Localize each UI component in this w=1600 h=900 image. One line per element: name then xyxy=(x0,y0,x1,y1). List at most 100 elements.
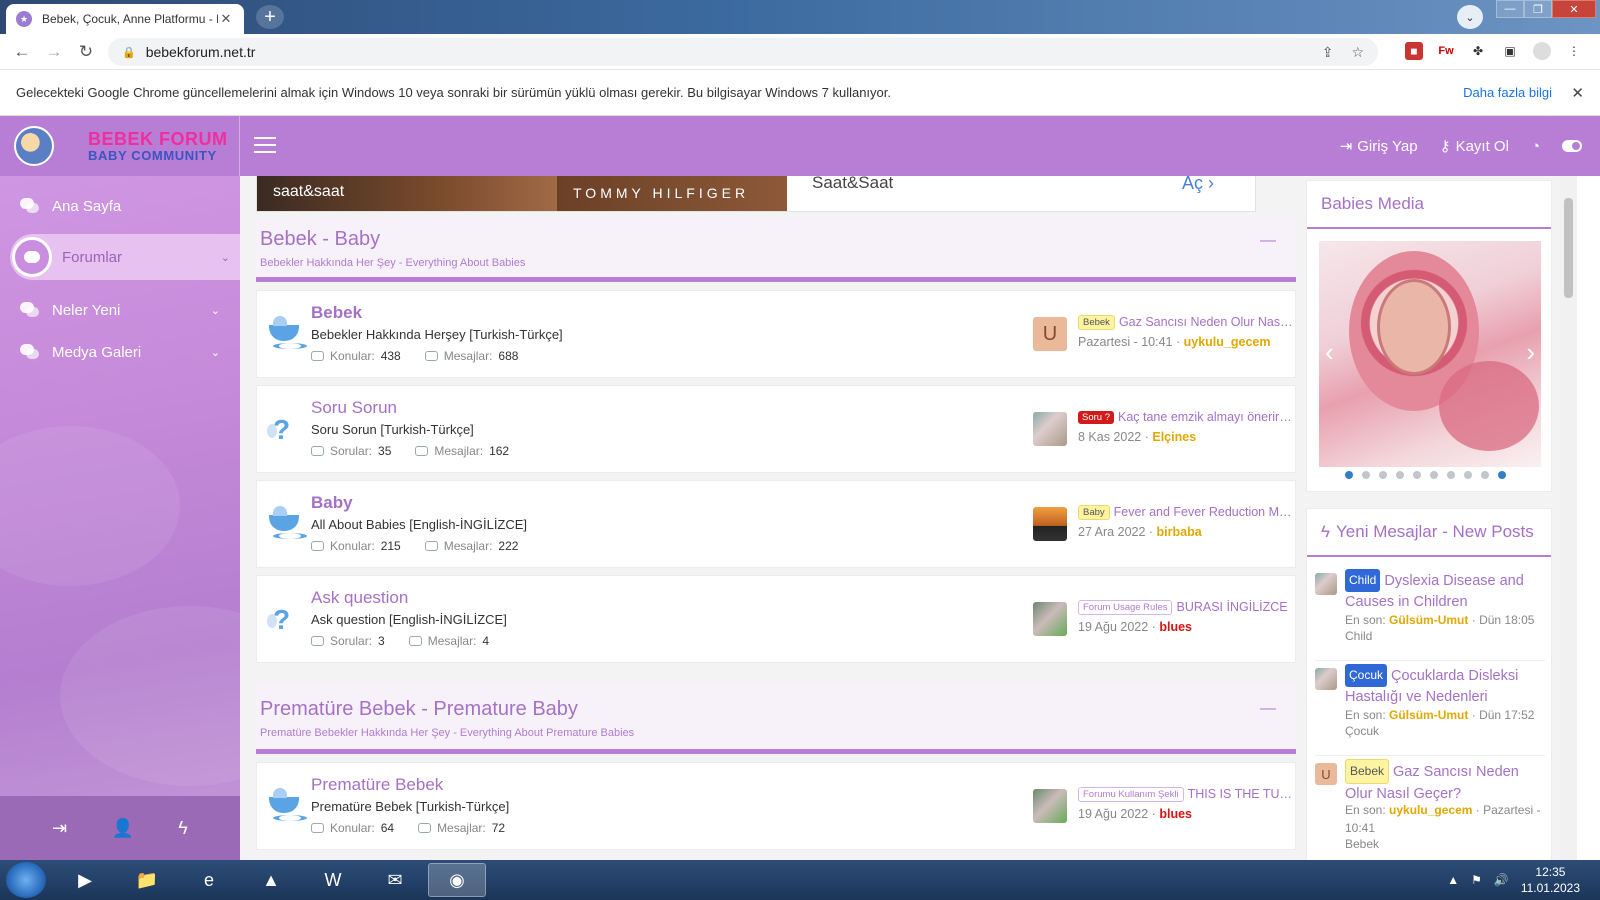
widget-title[interactable]: Babies Media xyxy=(1307,181,1551,229)
lock-icon[interactable]: 🔒 xyxy=(122,46,136,59)
last-post-user[interactable]: birbaba xyxy=(1157,525,1202,539)
forward-icon[interactable]: → xyxy=(38,42,70,62)
extension-red-icon[interactable]: ◼ xyxy=(1405,42,1423,60)
new-tab-button[interactable]: + xyxy=(256,5,284,29)
new-post-user[interactable]: uykulu_gecem xyxy=(1389,803,1472,817)
collapse-icon[interactable]: — xyxy=(1260,232,1276,250)
style-chooser-button[interactable]: ◔ xyxy=(1531,138,1540,155)
sidebar-item-media[interactable]: Medya Galeri ⌄ xyxy=(0,330,240,374)
media-player-icon[interactable]: ▶ xyxy=(56,863,114,897)
sidebar-item-whats-new[interactable]: Neler Yeni ⌄ xyxy=(0,288,240,332)
last-post-title[interactable]: Forum Usage Rules BURASI İNGİLİZCE xyxy=(1078,600,1293,615)
avatar[interactable] xyxy=(1033,789,1067,823)
slider-dot[interactable] xyxy=(1430,471,1438,479)
last-post-user[interactable]: uykulu_gecem xyxy=(1184,335,1271,349)
collapse-icon[interactable]: — xyxy=(1260,700,1276,718)
hamburger-menu-icon[interactable] xyxy=(254,137,276,153)
last-post-title[interactable]: Soru ? Kaç tane emzik almayı önerirsiniz? xyxy=(1078,410,1293,424)
forum-node-title[interactable]: Baby xyxy=(311,493,353,513)
profile-avatar[interactable] xyxy=(1533,42,1551,60)
new-post-user[interactable]: Gülsüm-Umut xyxy=(1389,708,1468,722)
extensions-puzzle-icon[interactable]: ✤ xyxy=(1469,42,1487,60)
extension-fw-icon[interactable]: Fw xyxy=(1437,42,1455,60)
browser-tab[interactable]: ★ Bebek, Çocuk, Anne Platformu - B ✕ xyxy=(6,4,244,34)
forum-node-title[interactable]: Ask question xyxy=(311,588,408,608)
category-title[interactable]: Bebek - Baby xyxy=(260,228,380,251)
slider-dot[interactable] xyxy=(1481,471,1489,479)
slider-prev-icon[interactable]: ‹ xyxy=(1325,337,1334,368)
slider-dot[interactable] xyxy=(1447,471,1455,479)
slider-dot[interactable] xyxy=(1345,471,1353,479)
window-close-icon[interactable]: ✕ xyxy=(1552,0,1596,18)
chevron-down-icon[interactable]: ⌄ xyxy=(221,251,230,264)
new-post-forum[interactable]: Bebek xyxy=(1345,837,1379,851)
add-user-icon[interactable]: 👤 xyxy=(112,818,134,839)
word-icon[interactable]: W xyxy=(304,863,362,897)
tab-close-icon[interactable]: ✕ xyxy=(218,11,234,27)
side-panel-icon[interactable]: ▣ xyxy=(1501,42,1519,60)
volume-icon[interactable]: 🔊 xyxy=(1494,873,1509,887)
avatar[interactable] xyxy=(1033,507,1067,541)
new-post-item[interactable]: Child Dyslexia Disease and Causes in Chil… xyxy=(1315,569,1545,661)
restore-icon[interactable]: ❐ xyxy=(1524,0,1552,18)
bolt-icon[interactable]: ϟ xyxy=(178,818,188,839)
browser-menu-icon[interactable]: ⋮ xyxy=(1565,42,1583,60)
page-scrollbar[interactable] xyxy=(1560,176,1577,860)
slider-dot[interactable] xyxy=(1362,471,1370,479)
bookmark-star-icon[interactable]: ☆ xyxy=(1351,44,1364,61)
tray-expand-icon[interactable]: ▲ xyxy=(1447,873,1459,887)
login-link[interactable]: ⇥ Giriş Yap xyxy=(1340,137,1418,156)
register-link[interactable]: ⚷ Kayıt Ol xyxy=(1440,137,1509,156)
infobar-more-link[interactable]: Daha fazla bilgi xyxy=(1463,85,1552,100)
slider-dot[interactable] xyxy=(1413,471,1421,479)
slider-dot[interactable] xyxy=(1379,471,1387,479)
new-post-forum[interactable]: Child xyxy=(1345,629,1372,643)
last-post-title[interactable]: Forumu Kullanım ŞekliTHIS IS THE TURKISH xyxy=(1078,787,1293,802)
dark-mode-toggle[interactable] xyxy=(1562,140,1582,152)
slider-dot[interactable] xyxy=(1396,471,1404,479)
forum-node-title[interactable]: Prematüre Bebek xyxy=(311,775,443,795)
last-post-title[interactable]: BabyFever and Fever Reduction Methods xyxy=(1078,505,1293,520)
avatar[interactable] xyxy=(1315,668,1337,690)
avatar[interactable] xyxy=(1033,412,1067,446)
last-post-user[interactable]: Elçines xyxy=(1152,430,1196,444)
last-post-user[interactable]: blues xyxy=(1159,620,1192,634)
slider-next-icon[interactable]: › xyxy=(1526,337,1535,368)
avatar[interactable]: U xyxy=(1033,317,1067,351)
scrollbar-thumb[interactable] xyxy=(1564,198,1573,298)
site-logo[interactable]: BEBEK FORUM BABY COMMUNITY xyxy=(0,116,240,176)
category-title[interactable]: Prematüre Bebek - Premature Baby xyxy=(260,698,578,721)
back-icon[interactable]: ← xyxy=(6,42,38,62)
avatar[interactable] xyxy=(1315,573,1337,595)
chevron-down-icon[interactable]: ⌄ xyxy=(211,346,220,359)
new-post-item[interactable]: Çocuk Çocuklarda Disleksi Hastalığı ve Ne… xyxy=(1315,664,1545,756)
sidebar-item-home[interactable]: Ana Sayfa xyxy=(0,184,240,228)
internet-explorer-icon[interactable]: e xyxy=(180,863,238,897)
new-post-user[interactable]: Gülsüm-Umut xyxy=(1389,613,1468,627)
share-icon[interactable]: ⇪ xyxy=(1322,44,1334,61)
login-icon[interactable]: ⇥ xyxy=(52,818,67,839)
slider-dot[interactable] xyxy=(1498,471,1506,479)
clock[interactable]: 12:35 11.01.2023 xyxy=(1521,864,1580,896)
ad-banner[interactable]: saat&saat TOMMY HILFIGER Saat&Saat Aç › xyxy=(256,176,1256,212)
reload-icon[interactable]: ↻ xyxy=(70,42,102,62)
outlook-icon[interactable]: ✉ xyxy=(366,863,424,897)
chevron-down-icon[interactable]: ⌄ xyxy=(211,304,220,317)
network-flag-icon[interactable]: ⚑ xyxy=(1471,873,1482,887)
chrome-icon[interactable]: ◉ xyxy=(428,863,486,897)
start-button[interactable] xyxy=(6,862,46,898)
vlc-icon[interactable]: ▲ xyxy=(242,863,300,897)
avatar[interactable]: U xyxy=(1315,763,1337,785)
last-post-title[interactable]: BebekGaz Sancısı Neden Olur Nasıl Geçer? xyxy=(1078,315,1293,330)
widget-title[interactable]: ϟ Yeni Mesajlar - New Posts xyxy=(1307,509,1551,557)
new-post-item[interactable]: U Bebek Gaz Sancısı Neden Olur Nasıl Geçe… xyxy=(1315,759,1545,860)
media-slider[interactable]: ‹ › xyxy=(1319,241,1541,467)
avatar[interactable] xyxy=(1033,602,1067,636)
sidebar-item-forums[interactable]: Forumlar ⌄ xyxy=(10,234,240,280)
forum-node-title[interactable]: Soru Sorun xyxy=(311,398,397,418)
file-explorer-icon[interactable]: 📁 xyxy=(118,863,176,897)
minimize-icon[interactable]: — xyxy=(1496,0,1524,18)
ad-cta-button[interactable]: Aç › xyxy=(1182,176,1214,194)
address-bar[interactable]: 🔒 bebekforum.net.tr ⇪ ☆ xyxy=(108,38,1378,66)
new-post-forum[interactable]: Çocuk xyxy=(1345,724,1379,738)
